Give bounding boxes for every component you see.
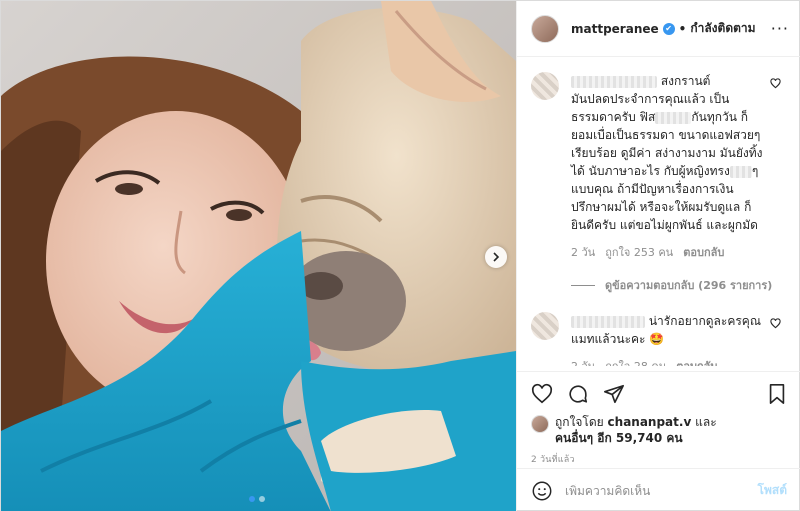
likes-summary: ถูกใจโดย chananpat.v และ คนอื่นๆ อีก 59,… (531, 414, 787, 446)
author-username[interactable]: mattperanee (571, 22, 659, 36)
avatar[interactable] (531, 14, 559, 43)
comment-line: กันทุกวัน ก็ (691, 110, 749, 124)
comment-line: แมทแล้วนะคะ (571, 332, 646, 346)
likes-others-link[interactable]: คนอื่นๆ อีก 59,740 คน (555, 431, 683, 445)
emoji-smiley-icon[interactable] (531, 480, 553, 502)
post-actions: ถูกใจโดย chananpat.v และ คนอื่นๆ อีก 59,… (517, 371, 800, 466)
redacted-username (571, 75, 657, 88)
photo-illustration (1, 1, 516, 511)
post-side-panel: mattperanee ✔ • กำลังติดตาม ··· สงกรานต์… (516, 1, 800, 511)
comment-likes[interactable]: ถูกใจ 253 คน (605, 244, 673, 262)
comment-line: ได้ นับภาษาอะไร กับผู้หญิงทรง (571, 164, 730, 178)
post-modal: mattperanee ✔ • กำลังติดตาม ··· สงกรานต์… (0, 0, 800, 511)
likes-and: และ (695, 415, 717, 429)
reply-button[interactable]: ตอบกลับ (676, 358, 717, 366)
redacted-username (571, 315, 645, 328)
likes-text: ถูกใจโดย chananpat.v และ คนอื่นๆ อีก 59,… (555, 414, 717, 446)
commenter-avatar[interactable] (531, 312, 559, 340)
comment-item: สงกรานต์ มันปลดประจำการคุณแล้ว เป็น ธรรม… (531, 72, 787, 262)
like-heart-icon[interactable] (531, 383, 553, 405)
carousel-indicator (249, 496, 265, 502)
comment-text: น่ารักอยากดูละครคุณ แมทแล้วนะคะ 🤩 (571, 312, 767, 348)
verified-badge-icon: ✔ (662, 22, 675, 35)
post-photo (1, 1, 516, 511)
likes-prefix: ถูกใจโดย (555, 415, 604, 429)
comment-item: น่ารักอยากดูละครคุณ แมทแล้วนะคะ 🤩 2 วัน … (531, 312, 787, 366)
comment-line: แบบคุณ ถ้ามีปัญหาเรื่องการเงิน (571, 182, 734, 196)
comment-line: มันปลดประจำการคุณแล้ว เป็น (571, 92, 730, 106)
comments-list[interactable]: สงกรานต์ มันปลดประจำการคุณแล้ว เป็น ธรรม… (517, 58, 800, 366)
comment-line: ธรรมดาครับ ฟิส (571, 110, 656, 124)
post-comment-button[interactable]: โพสต์ (758, 481, 787, 500)
view-replies-button[interactable]: ดูข้อความตอบกลับ (296 รายการ) (571, 276, 787, 294)
comment-likes[interactable]: ถูกใจ 28 คน (605, 358, 666, 366)
star-struck-emoji-icon: 🤩 (649, 332, 665, 346)
comment-time[interactable]: 2 วัน (571, 244, 595, 262)
heart-outline-icon[interactable] (770, 78, 781, 92)
comment-line: ปรึกษาผมได้ หรือจะให้ผมรับดูแล ก็ (571, 200, 752, 214)
view-replies-line (571, 284, 595, 286)
view-replies-label: ดูข้อความตอบกลับ (296 รายการ) (605, 279, 773, 292)
share-paper-plane-icon[interactable] (603, 383, 625, 405)
bookmark-icon[interactable] (767, 383, 787, 405)
liker-username[interactable]: chananpat.v (608, 415, 692, 429)
carousel-dot (249, 496, 255, 502)
heart-outline-icon[interactable] (770, 318, 781, 332)
comment-body: น่ารักอยากดูละครคุณ แมทแล้วนะคะ 🤩 2 วัน … (571, 312, 767, 366)
add-comment-bar: โพสต์ (517, 468, 800, 511)
comment-text: สงกรานต์ มันปลดประจำการคุณแล้ว เป็น ธรรม… (571, 72, 767, 234)
redacted-text (729, 165, 752, 178)
chevron-right-icon (493, 252, 500, 262)
comment-line: ๆ (751, 164, 759, 178)
comment-line: น่ารักอยากดูละครคุณ (648, 314, 761, 328)
header-separator: • (678, 21, 687, 36)
post-header: mattperanee ✔ • กำลังติดตาม ··· (517, 1, 800, 57)
comment-line: ยินดีครับ แต่ขอไม่ผูกพันธ์ และผูกมัด (571, 218, 758, 232)
liker-avatar[interactable] (531, 415, 549, 433)
comment-time[interactable]: 2 วัน (571, 358, 595, 366)
more-horizontal-icon[interactable]: ··· (771, 19, 789, 38)
comment-line: เรียบร้อย ดูมีค่า สง่างามงาม มันยังทิ้ง (571, 146, 763, 160)
commenter-avatar[interactable] (531, 72, 559, 100)
post-timestamp[interactable]: 2 วันที่แล้ว (531, 452, 787, 466)
comment-meta: 2 วัน ถูกใจ 253 คน ตอบกลับ (571, 244, 767, 262)
redacted-text (655, 111, 692, 124)
comment-input[interactable] (565, 483, 758, 498)
comment-meta: 2 วัน ถูกใจ 28 คน ตอบกลับ (571, 358, 767, 366)
comment-line: ยอมเบื่อเป็นธรรมดา ขนาดแอฟสวยๆ (571, 128, 761, 142)
comment-bubble-icon[interactable] (567, 383, 589, 405)
reply-button[interactable]: ตอบกลับ (683, 244, 724, 262)
action-icons-row (531, 380, 787, 408)
following-status[interactable]: กำลังติดตาม (690, 19, 755, 38)
next-slide-button[interactable] (485, 246, 507, 268)
comment-body: สงกรานต์ มันปลดประจำการคุณแล้ว เป็น ธรรม… (571, 72, 767, 262)
comment-line: สงกรานต์ (660, 74, 711, 88)
carousel-dot (259, 496, 265, 502)
